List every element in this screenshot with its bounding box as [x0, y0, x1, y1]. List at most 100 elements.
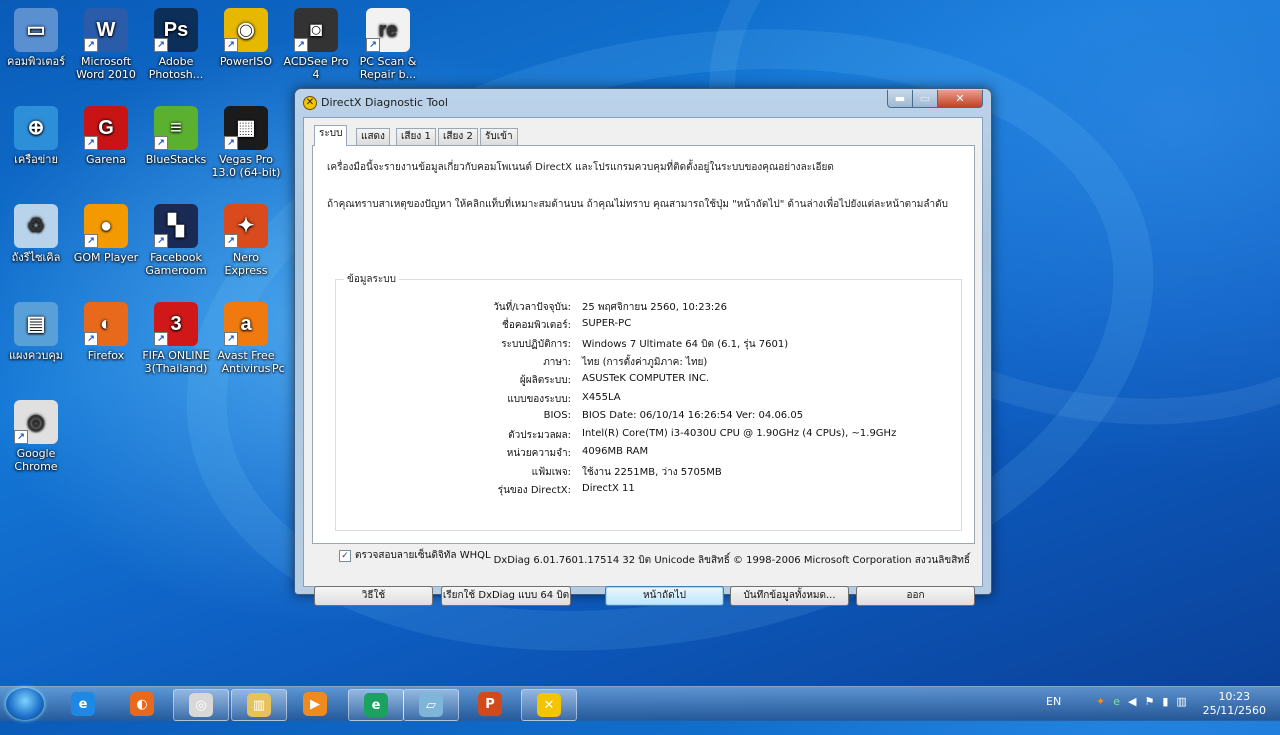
desktop-icon[interactable]: W ↗ Microsoft Word 2010: [70, 6, 142, 81]
desktop-icon[interactable]: ⊕ เครือข่าย: [0, 104, 72, 166]
desktop-icon[interactable]: ▚ ↗ Facebook Gameroom: [140, 202, 212, 277]
start-button[interactable]: [6, 688, 44, 720]
desktop-icon-label: Microsoft Word 2010: [76, 55, 136, 81]
taskbar-button[interactable]: ▶: [288, 689, 342, 719]
firefox-icon: ◐ ↗: [84, 302, 128, 346]
desktop-icon-label: GOM Player: [73, 251, 139, 264]
system-info-value: ASUSTeK COMPUTER INC.: [582, 373, 710, 385]
system-info-label: BIOS:: [543, 409, 571, 421]
desktop-icon[interactable]: ▦ ↗ Vegas Pro 13.0 (64-bit): [210, 104, 282, 179]
desktop-icon[interactable]: ◙ ↗ ACDSee Pro 4: [280, 6, 352, 81]
desktop-icon[interactable]: re ↗ PC Scan & Repair b...: [352, 6, 424, 81]
clock[interactable]: 10:23 25/11/2560: [1203, 690, 1266, 718]
taskbar-button[interactable]: ◎: [173, 689, 229, 721]
help-button[interactable]: วิธีใช้: [314, 586, 433, 606]
word-icon: W ↗: [84, 8, 128, 52]
desktop-icon-label: แผงควบคุม: [8, 349, 64, 362]
system-information-group: ข้อมูลระบบ วันที่/เวลาปัจจุบัน: 25 พฤศจิก…: [335, 272, 962, 531]
system-info-row: แบบของระบบ: X455LA: [336, 392, 961, 406]
desktop-icon-label: Adobe Photosh...: [148, 55, 204, 81]
shortcut-arrow-icon: ↗: [294, 38, 308, 52]
explorer-taskbar-icon: ▥: [247, 693, 271, 717]
taskbar: e ◐ ◎ ▥ ▶ e ▱ P ✕ EN ✦e◀⚑▮▥ 10:23 25/11/2560: [0, 686, 1280, 721]
chrome-icon: ◎ ↗: [14, 400, 58, 444]
language-indicator[interactable]: EN: [1046, 695, 1061, 708]
line-taskbar-icon: e: [364, 693, 388, 717]
next-page-button[interactable]: หน้าถัดไป: [605, 586, 724, 606]
tab-system[interactable]: ระบบ: [314, 125, 348, 146]
desktop-icon[interactable]: ◉ ↗ PowerISO: [210, 6, 282, 68]
whql-label: ตรวจสอบลายเซ็นดิจิทัล WHQL: [355, 550, 491, 561]
flag-icon[interactable]: ⚑: [1144, 695, 1162, 708]
desktop-icon[interactable]: ≡ ↗ BlueStacks: [140, 104, 212, 166]
firefox-taskbar-icon: ◐: [130, 692, 154, 716]
system-info-value: BIOS Date: 06/10/14 16:26:54 Ver: 04.06.…: [582, 409, 804, 421]
desktop-icon[interactable]: ◐ ↗ Firefox: [70, 300, 142, 362]
system-info-value: 25 พฤศจิกายน 2560, 10:23:26: [582, 302, 728, 313]
taskbar-button[interactable]: ◐: [115, 689, 169, 719]
system-info-value: ใช้งาน 2251MB, ว่าง 5705MB: [582, 466, 722, 478]
network-tray-icon[interactable]: ▥: [1176, 695, 1194, 708]
taskbar-button[interactable]: ▱: [403, 689, 459, 721]
desktop-icon[interactable]: ▤ แผงควบคุม: [0, 300, 72, 362]
shortcut-arrow-icon: ↗: [84, 332, 98, 346]
system-info-row: หน่วยความจำ: 4096MB RAM: [336, 446, 961, 460]
vegas-icon: ▦ ↗: [224, 106, 268, 150]
system-info-row: BIOS: BIOS Date: 06/10/14 16:26:54 Ver: 0…: [336, 410, 961, 424]
exit-button[interactable]: ออก: [856, 586, 975, 606]
tab-sound-1[interactable]: เสียง 1: [396, 128, 436, 145]
minimize-button[interactable]: ▬: [887, 90, 913, 108]
maximize-button[interactable]: ▭: [912, 90, 938, 108]
desktop-icon[interactable]: ✦ ↗ Nero Express: [210, 202, 282, 277]
avast-tray-icon[interactable]: ✦: [1096, 695, 1113, 708]
taskbar-button[interactable]: e: [56, 689, 110, 719]
close-button[interactable]: ✕: [937, 90, 983, 108]
run-64bit-dxdiag-button[interactable]: เรียกใช้ DxDiag แบบ 64 บิต: [441, 586, 571, 606]
save-all-information-button[interactable]: บันทึกข้อมูลทั้งหมด...: [730, 586, 849, 606]
tab-sound-2[interactable]: เสียง 2: [438, 128, 478, 145]
nero-icon: ✦ ↗: [224, 204, 268, 248]
desktop-icon[interactable]: 3 ↗ FIFA ONLINE 3(Thailand): [140, 300, 212, 375]
system-info-value: Intel(R) Core(TM) i3-4030U CPU @ 1.90GHz…: [582, 428, 897, 440]
desktop-icon-label: Vegas Pro 13.0 (64-bit): [211, 153, 281, 179]
system-info-value: X455LA: [582, 391, 621, 403]
app-taskbar-icon: ▱: [419, 693, 443, 717]
system-info-row: ผู้ผลิตระบบ: ASUSTeK COMPUTER INC.: [336, 373, 961, 387]
desktop-icon[interactable]: G ↗ Garena: [70, 104, 142, 166]
battery-icon[interactable]: ▮: [1162, 695, 1176, 708]
shortcut-arrow-icon: ↗: [14, 430, 28, 444]
system-tab-page: เครื่องมือนี้จะรายงานข้อมูลเกี่ยวกับคอมโ…: [312, 145, 975, 562]
desktop-icon[interactable]: ♻ ถังรีไซเคิล: [0, 202, 72, 264]
whql-checkbox[interactable]: ✓: [339, 549, 351, 562]
media-player-taskbar-icon: ▶: [303, 692, 327, 716]
tab-display[interactable]: แสดง: [356, 128, 390, 145]
desktop-icon[interactable]: Ps ↗ Adobe Photosh...: [140, 6, 212, 81]
desktop-icon-label: Firefox: [87, 349, 125, 362]
line-tray-icon[interactable]: e: [1113, 695, 1128, 708]
system-info-row: รุ่นของ DirectX: DirectX 11: [336, 483, 961, 497]
desktop-icon[interactable]: ● ↗ GOM Player: [70, 202, 142, 264]
desktop-icon-label: ถังรีไซเคิล: [11, 251, 61, 264]
tab-input[interactable]: รับเข้า: [480, 128, 518, 145]
desktop-icon[interactable]: ▭ คอมพิวเตอร์: [0, 6, 72, 68]
taskbar-button[interactable]: P: [463, 689, 517, 719]
volume-icon[interactable]: ◀: [1128, 695, 1144, 708]
shortcut-arrow-icon: ↗: [154, 136, 168, 150]
taskbar-button[interactable]: ✕: [521, 689, 577, 721]
desktop-icon[interactable]: ◎ ↗ Google Chrome: [0, 398, 72, 473]
system-information-title: ข้อมูลระบบ: [344, 272, 399, 287]
taskbar-button[interactable]: ▥: [231, 689, 287, 721]
desktop-icon-label: Nero Express: [224, 251, 268, 277]
garena-icon: G ↗: [84, 106, 128, 150]
gom-player-icon: ● ↗: [84, 204, 128, 248]
system-info-row: วันที่/เวลาปัจจุบัน: 25 พฤศจิกายน 2560, 1…: [336, 300, 961, 314]
desktop-icon-label: Facebook Gameroom: [145, 251, 207, 277]
shortcut-arrow-icon: ↗: [84, 136, 98, 150]
system-info-row: แฟ้มเพจ: ใช้งาน 2251MB, ว่าง 5705MB: [336, 465, 961, 479]
whql-check[interactable]: ✓ ตรวจสอบลายเซ็นดิจิทัล WHQL: [339, 548, 491, 563]
bluestacks-icon: ≡ ↗: [154, 106, 198, 150]
fifa-icon: 3 ↗: [154, 302, 198, 346]
shortcut-arrow-icon: ↗: [224, 234, 238, 248]
taskbar-button[interactable]: e: [348, 689, 404, 721]
desktop-icon-label: ACDSee Pro 4: [283, 55, 349, 81]
